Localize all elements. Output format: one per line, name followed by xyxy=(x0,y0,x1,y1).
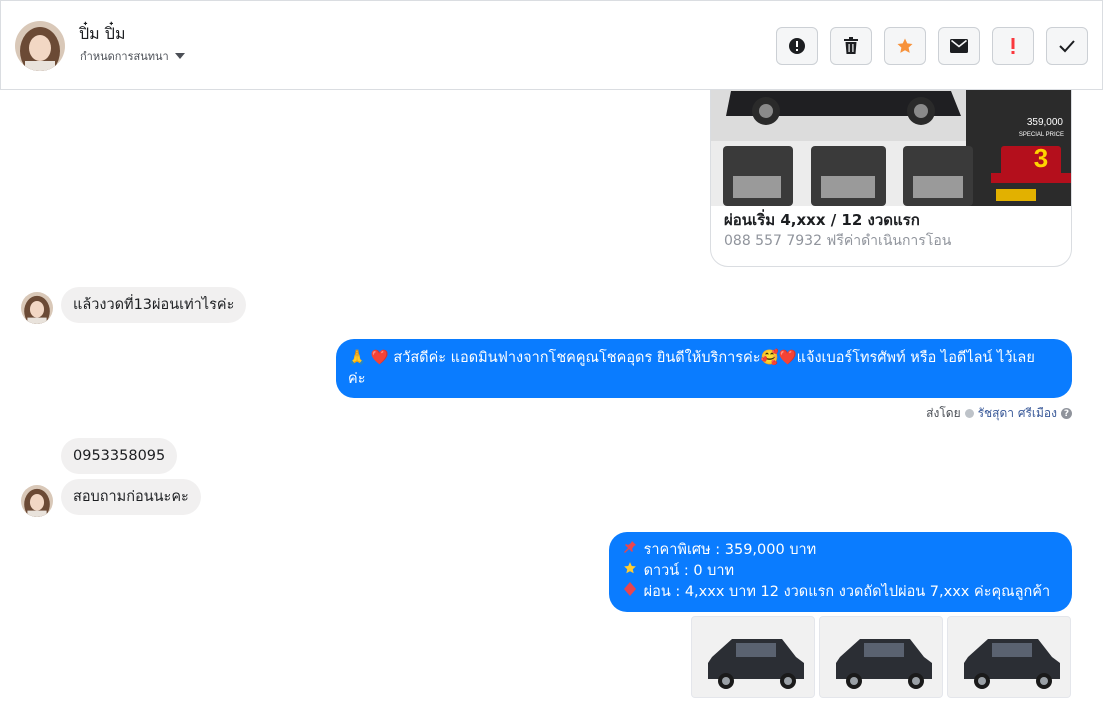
important-button[interactable] xyxy=(992,27,1034,65)
trash-icon xyxy=(844,37,858,54)
outgoing-message[interactable]: ราคาพิเศษ : 359,000 บาท ดาวน์ : 0 บาท ผ่… xyxy=(609,532,1072,612)
envelope-icon xyxy=(950,39,968,53)
exclamation-icon xyxy=(1011,38,1015,54)
price-badge-text: 359,000 xyxy=(1027,117,1064,128)
mark-unread-button[interactable] xyxy=(938,27,980,65)
message-thread[interactable]: 359,000 SPECIAL PRICE 3 ผ่อนเริ่ม 4,xxx … xyxy=(0,90,1103,713)
car-photo-thumbnail[interactable] xyxy=(691,616,815,698)
car-ad-image: 359,000 SPECIAL PRICE 3 xyxy=(711,90,1071,206)
card-title: ผ่อนเริ่ม 4,xxx / 12 งวดแรก xyxy=(724,211,920,229)
conversation-toolbar xyxy=(776,27,1088,65)
conversation-header: ปิ๋ม ปิ๋ม กำหนดการสนทนา xyxy=(0,0,1103,90)
special-price-text: SPECIAL PRICE xyxy=(1019,132,1064,138)
installment-line: ผ่อน : 4,xxx บาท 12 งวดแรก งวดถัดไปผ่อน … xyxy=(621,582,1060,603)
conversation-settings-dropdown[interactable]: กำหนดการสนทนา xyxy=(80,47,185,65)
photo-attachments xyxy=(691,616,1071,698)
sender-name-link[interactable]: รัชสุดา ศรีเมือง xyxy=(978,404,1057,423)
car-photo-thumbnail[interactable] xyxy=(947,616,1071,698)
contact-name[interactable]: ปิ๋ม ปิ๋ม xyxy=(79,22,126,47)
alert-circle-icon xyxy=(789,38,805,54)
caret-down-icon xyxy=(174,53,185,59)
contact-avatar-small[interactable] xyxy=(21,485,53,517)
conversation-settings-label: กำหนดการสนทนา xyxy=(80,50,169,63)
incoming-message[interactable]: แล้วงวดที่13ผ่อนเท่าไรค่ะ xyxy=(61,287,247,323)
price-line: ราคาพิเศษ : 359,000 บาท xyxy=(621,540,1060,561)
contact-avatar-small[interactable] xyxy=(21,292,53,324)
contact-avatar[interactable] xyxy=(15,21,65,71)
star-button[interactable] xyxy=(884,27,926,65)
down-payment-line: ดาวน์ : 0 บาท xyxy=(621,561,1060,582)
sent-by-info: ส่งโดย รัชสุดา ศรีเมือง ? xyxy=(926,404,1072,423)
sent-by-label: ส่งโดย xyxy=(926,406,961,420)
diamond-icon xyxy=(621,582,639,603)
shared-post-card[interactable]: 359,000 SPECIAL PRICE 3 ผ่อนเริ่ม 4,xxx … xyxy=(710,90,1072,267)
incoming-message[interactable]: สอบถามก่อนนะคะ xyxy=(61,479,201,515)
outgoing-message[interactable]: 🙏 ❤️ สวัสดีค่ะ แอดมินฟางจากโชคคูณโชคอุดร… xyxy=(336,339,1072,398)
user-status-icon xyxy=(964,409,974,418)
report-button[interactable] xyxy=(776,27,818,65)
star-emoji-icon xyxy=(621,561,639,582)
pushpin-icon xyxy=(621,540,639,561)
card-subtitle: 088 557 7932 ฟรีค่าดำเนินการโอน xyxy=(724,233,952,249)
star-icon xyxy=(897,38,913,53)
car-photo-thumbnail[interactable] xyxy=(819,616,943,698)
check-icon xyxy=(1059,40,1075,53)
months-number: 3 xyxy=(1034,143,1048,173)
outgoing-message-line: 🙏 ❤️ สวัสดีค่ะ แอดมินฟางจากโชคคูณโชคอุดร… xyxy=(348,350,1035,366)
done-button[interactable] xyxy=(1046,27,1088,65)
help-icon[interactable]: ? xyxy=(1061,408,1072,419)
incoming-message[interactable]: 0953358095 xyxy=(61,438,178,474)
outgoing-message-line: ค่ะ xyxy=(348,371,366,387)
delete-button[interactable] xyxy=(830,27,872,65)
